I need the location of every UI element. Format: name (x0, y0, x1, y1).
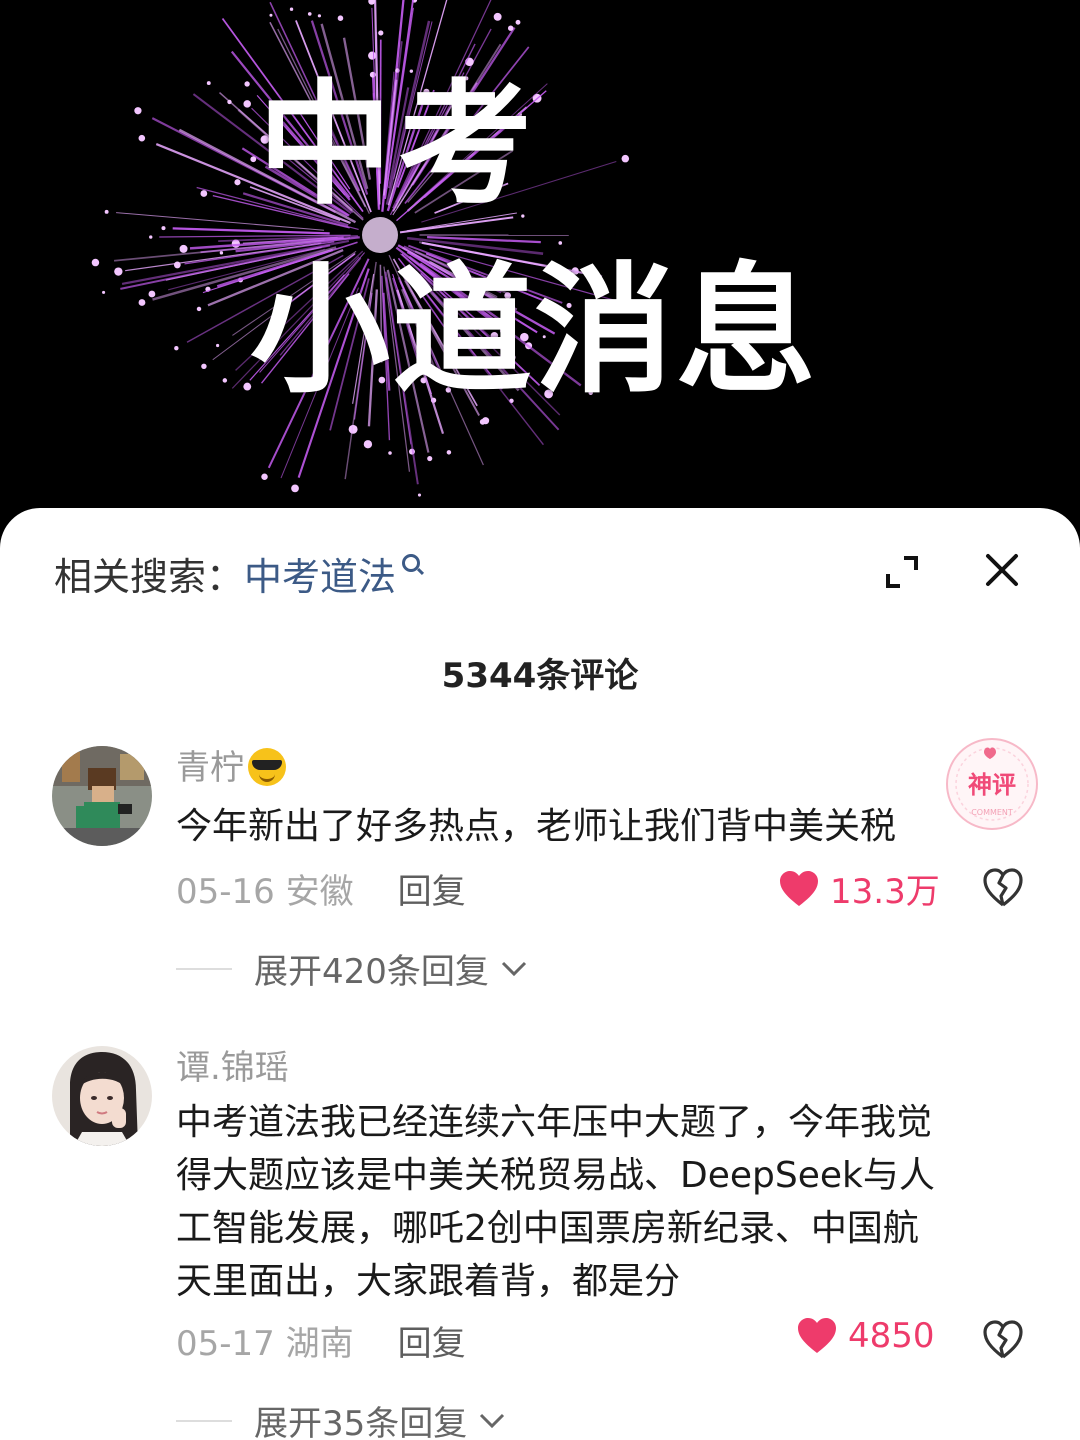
firework-spark (388, 451, 392, 455)
firework-spark (179, 244, 188, 253)
firework-spark (206, 81, 211, 85)
reply-button[interactable]: 回复 (398, 1324, 466, 1364)
chevron-down-icon (480, 1413, 505, 1428)
firework-spark (621, 154, 630, 163)
hero-title-line1: 中考 (258, 67, 539, 223)
comment-date-location: 05-16 安徽 (176, 872, 354, 912)
firework-spark (138, 134, 146, 142)
related-search: 相关搜索：中考道法 (54, 546, 421, 601)
comment-sheet: 相关搜索：中考道法 5344条评论 青柠 今年新出了好多热点，老师让我们背中美关… (0, 508, 1080, 1440)
firework-spark (427, 455, 433, 462)
dislike-icon[interactable] (982, 868, 1024, 908)
hero-title-line2: 小道消息 (250, 250, 819, 413)
firework-spark (234, 179, 241, 186)
sunglasses-emoji (248, 747, 286, 786)
firework-spark (149, 235, 153, 239)
expand-replies-label: 展开35条回复 (254, 1404, 468, 1440)
firework-spark (291, 484, 299, 493)
firework-spark (269, 13, 273, 17)
comment-date-location: 05-17 湖南 (176, 1324, 354, 1364)
expand-replies[interactable]: 展开420条回复 (176, 944, 527, 993)
comment-text-line: 得大题应该是中美关税贸易战、DeepSeek与人 (176, 1155, 935, 1196)
avatar[interactable] (52, 746, 152, 846)
firework-spark (368, 0, 376, 5)
firework-spark (227, 99, 232, 105)
firework-spark (148, 290, 156, 298)
firework-spark (219, 251, 224, 255)
dislike-icon[interactable] (982, 1320, 1024, 1360)
divider (176, 1419, 232, 1422)
badge-text: 神评 (968, 771, 1016, 799)
firework-spark (337, 15, 344, 21)
firework-spark (363, 440, 373, 449)
expand-replies-label: 展开420条回复 (254, 952, 489, 992)
comment-text-line: 今年新出了好多热点，老师让我们背中美关税 (176, 806, 897, 847)
expand-icon[interactable] (884, 554, 920, 590)
expand-replies[interactable]: 展开35条回复 (176, 1396, 505, 1440)
reply-button[interactable]: 回复 (398, 872, 466, 912)
firework-spark (222, 378, 228, 383)
comment-meta: 05-17 湖南 回复 (176, 1316, 466, 1365)
firework-spark (515, 19, 521, 25)
firework-spark (368, 51, 377, 60)
firework-spark (317, 14, 322, 18)
firework-spark (244, 81, 250, 87)
comment-text-line: 天里面出，大家跟着背，都是分 (176, 1261, 681, 1302)
avatar[interactable] (52, 1046, 152, 1146)
top-comment-badge: 神评 COMMENT (946, 738, 1038, 830)
firework-spark (114, 267, 123, 276)
firework-spark (196, 306, 202, 312)
related-search-term[interactable]: 中考道法 (244, 555, 396, 599)
firework-spark (134, 107, 142, 115)
like-count: 13.3万 (830, 872, 940, 912)
comment-text: 今年新出了好多热点，老师让我们背中美关税 (176, 800, 896, 853)
firework-spark (250, 156, 257, 163)
firework-spark (104, 209, 109, 214)
firework-spark (91, 258, 100, 267)
hero-banner: 中考 小道消息 (0, 0, 1080, 540)
search-icon[interactable] (402, 554, 421, 572)
firework-spark (138, 299, 146, 306)
firework-spark (289, 7, 294, 11)
comment-username[interactable]: 青柠 (176, 740, 286, 789)
badge-subtext: COMMENT (971, 808, 1013, 817)
firework-spark (482, 417, 490, 425)
firework-spark (200, 190, 208, 197)
firework-spark (216, 343, 220, 348)
divider (176, 967, 232, 970)
like-button[interactable]: 4850 (796, 1316, 935, 1356)
firework-spark (173, 261, 181, 269)
comment-meta: 05-16 安徽 回复 (176, 864, 466, 913)
firework-spark (493, 12, 502, 21)
firework-spark (201, 363, 207, 370)
comment-text-line: 工智能发展，哪吒2创中国票房新纪录、中国航 (176, 1208, 919, 1249)
firework-spark (417, 493, 422, 497)
firework-spark (174, 346, 179, 351)
firework-spark (507, 25, 514, 31)
comment-text-line: 中考道法我已经连续六年压中大题了，今年我觉 (176, 1102, 933, 1143)
firework-spark (261, 473, 268, 480)
firework-spark (558, 241, 563, 245)
firework-spark (307, 12, 312, 16)
firework-spark (446, 450, 452, 455)
chevron-down-icon (501, 961, 526, 976)
firework-spark (161, 226, 166, 231)
username-text: 青柠 (176, 748, 244, 788)
comment-text: 中考道法我已经连续六年压中大题了，今年我觉 得大题应该是中美关税贸易战、Deep… (176, 1096, 935, 1308)
heart-icon (780, 870, 818, 906)
firework-spark (102, 290, 106, 294)
like-count: 4850 (848, 1316, 935, 1356)
heart-icon (798, 1318, 836, 1353)
firework-spark (243, 100, 251, 108)
comment-username[interactable]: 谭.锦瑶 (176, 1040, 289, 1089)
firework-spark (378, 30, 384, 36)
like-button[interactable]: 13.3万 (778, 864, 940, 913)
related-search-label: 相关搜索： (54, 555, 245, 599)
close-icon[interactable] (984, 552, 1020, 588)
comment-count: 5344条评论 (441, 656, 639, 696)
